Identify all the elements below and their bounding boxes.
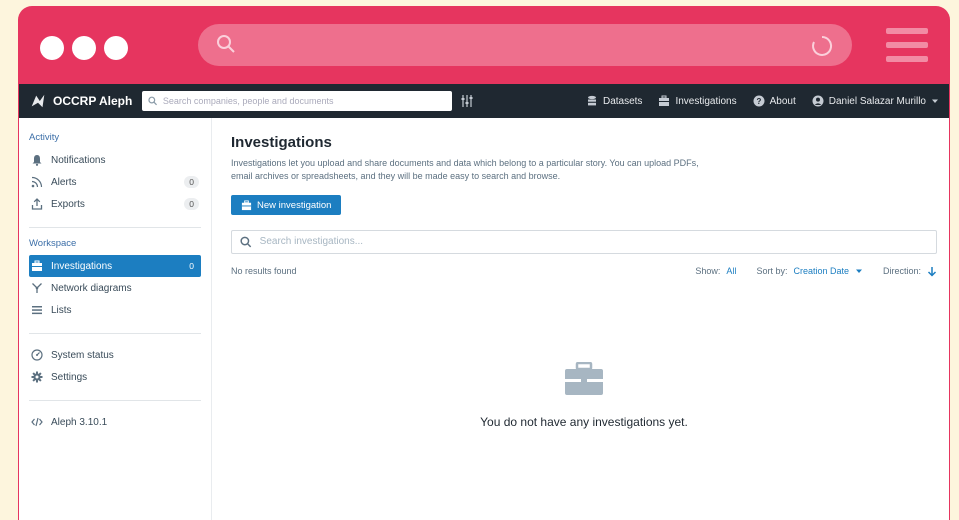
help-icon: ?: [753, 95, 765, 107]
sidebar-item-system-status[interactable]: System status: [29, 344, 201, 366]
exports-count-badge: 0: [184, 198, 199, 210]
database-icon: [587, 95, 596, 106]
sidebar-divider: [29, 333, 201, 334]
section-title-workspace: Workspace: [29, 238, 77, 249]
browser-menu-icon[interactable]: [886, 28, 928, 62]
navbar-links: Datasets Investigations ? About Daniel S…: [586, 95, 939, 107]
briefcase-icon: [565, 361, 603, 395]
bell-icon: [32, 155, 42, 166]
briefcase-icon: [32, 260, 42, 271]
section-title-activity: Activity: [29, 132, 60, 143]
direction-label: Direction:: [882, 266, 921, 276]
nav-datasets[interactable]: Datasets: [586, 95, 642, 107]
no-results-text: No results found: [231, 266, 297, 276]
sidebar-item-label: Exports: [51, 198, 85, 210]
investigations-search[interactable]: [231, 229, 937, 254]
page-title: Investigations: [231, 134, 332, 151]
briefcase-icon: [659, 95, 670, 106]
graph-icon: [32, 283, 42, 293]
empty-state: You do not have any investigations yet.: [231, 361, 937, 429]
window-dot-close[interactable]: [40, 36, 64, 60]
show-label: Show:: [695, 266, 721, 276]
arrow-down-icon[interactable]: [927, 266, 937, 277]
sort-by-select[interactable]: Creation Date: [793, 266, 849, 276]
sidebar-item-notifications[interactable]: Notifications: [29, 149, 201, 171]
sidebar-divider: [29, 400, 201, 401]
brand-logo[interactable]: OCCRP Aleph: [29, 92, 132, 110]
show-filter-select[interactable]: All: [726, 266, 736, 276]
window-controls: [40, 36, 128, 60]
sidebar-item-network-diagrams[interactable]: Network diagrams: [29, 277, 201, 299]
caret-down-icon: [932, 99, 938, 103]
window-dot-maximize[interactable]: [104, 36, 128, 60]
new-investigation-button[interactable]: New investigation: [231, 195, 342, 215]
feed-icon: [31, 176, 43, 188]
reload-icon[interactable]: [810, 34, 834, 58]
brand-name: OCCRP Aleph: [53, 94, 133, 108]
sidebar-item-investigations[interactable]: Investigations 0: [29, 255, 201, 277]
sidebar-item-label: Lists: [51, 304, 72, 316]
sidebar-item-label: Network diagrams: [51, 282, 132, 294]
sidebar-item-lists[interactable]: Lists: [29, 299, 201, 321]
results-toolbar: No results found Show: All Sort by: Crea…: [231, 266, 937, 277]
gear-icon: [31, 371, 43, 383]
sidebar-item-label: Notifications: [51, 154, 106, 166]
investigations-search-input[interactable]: [259, 236, 928, 247]
sidebar-divider: [29, 227, 201, 228]
sort-controls: Show: All Sort by: Creation Date Directi…: [695, 266, 937, 277]
code-icon: [31, 417, 43, 427]
investigations-count-badge: 0: [189, 261, 194, 271]
sidebar-item-label: System status: [51, 349, 114, 361]
new-investigation-label: New investigation: [257, 199, 332, 211]
sidebar-item-version[interactable]: Aleph 3.10.1: [29, 411, 201, 433]
user-name: Daniel Salazar Murillo: [828, 95, 926, 107]
sidebar: Activity Notifications Alerts 0 Exports …: [19, 118, 212, 520]
list-icon: [32, 306, 42, 315]
sidebar-item-exports[interactable]: Exports 0: [29, 193, 201, 215]
dashboard-icon: [31, 349, 43, 361]
main-content: Investigations Investigations let you up…: [231, 118, 949, 520]
top-navbar: OCCRP Aleph Search companies, people and…: [19, 84, 949, 118]
version-label: Aleph 3.10.1: [51, 416, 108, 428]
user-icon: [812, 95, 824, 107]
global-search-input[interactable]: [162, 96, 447, 106]
sidebar-item-label: Investigations: [51, 260, 113, 272]
empty-state-message: You do not have any investigations yet.: [480, 415, 688, 429]
nav-datasets-label: Datasets: [602, 95, 643, 107]
url-bar[interactable]: [198, 24, 852, 66]
nav-about[interactable]: ? About: [753, 95, 796, 107]
page-viewport: OCCRP Aleph Search companies, people and…: [19, 84, 949, 520]
svg-text:?: ?: [756, 97, 761, 106]
caret-down-icon[interactable]: [855, 267, 863, 275]
sidebar-item-label: Alerts: [51, 176, 77, 188]
sidebar-item-label: Settings: [51, 371, 88, 383]
briefcase-icon: [241, 199, 252, 210]
alerts-count-badge: 0: [184, 176, 199, 188]
window-dot-minimize[interactable]: [72, 36, 96, 60]
nav-about-label: About: [769, 95, 796, 107]
sidebar-item-alerts[interactable]: Alerts 0: [29, 171, 201, 193]
search-icon: [217, 35, 235, 53]
sidebar-item-settings[interactable]: Settings: [29, 366, 201, 388]
global-search[interactable]: [142, 91, 453, 111]
nav-investigations[interactable]: Investigations: [658, 95, 737, 107]
aleph-logo-icon: [31, 94, 45, 108]
user-menu[interactable]: Daniel Salazar Murillo: [812, 95, 939, 107]
nav-investigations-label: Investigations: [675, 95, 737, 107]
page-description: Investigations let you upload and share …: [231, 158, 699, 181]
sort-label: Sort by:: [756, 266, 788, 276]
search-options-icon[interactable]: [460, 94, 474, 108]
browser-frame: OCCRP Aleph Search companies, people and…: [18, 6, 950, 520]
search-icon: [148, 96, 158, 106]
export-icon: [31, 198, 43, 210]
search-icon: [240, 236, 252, 247]
